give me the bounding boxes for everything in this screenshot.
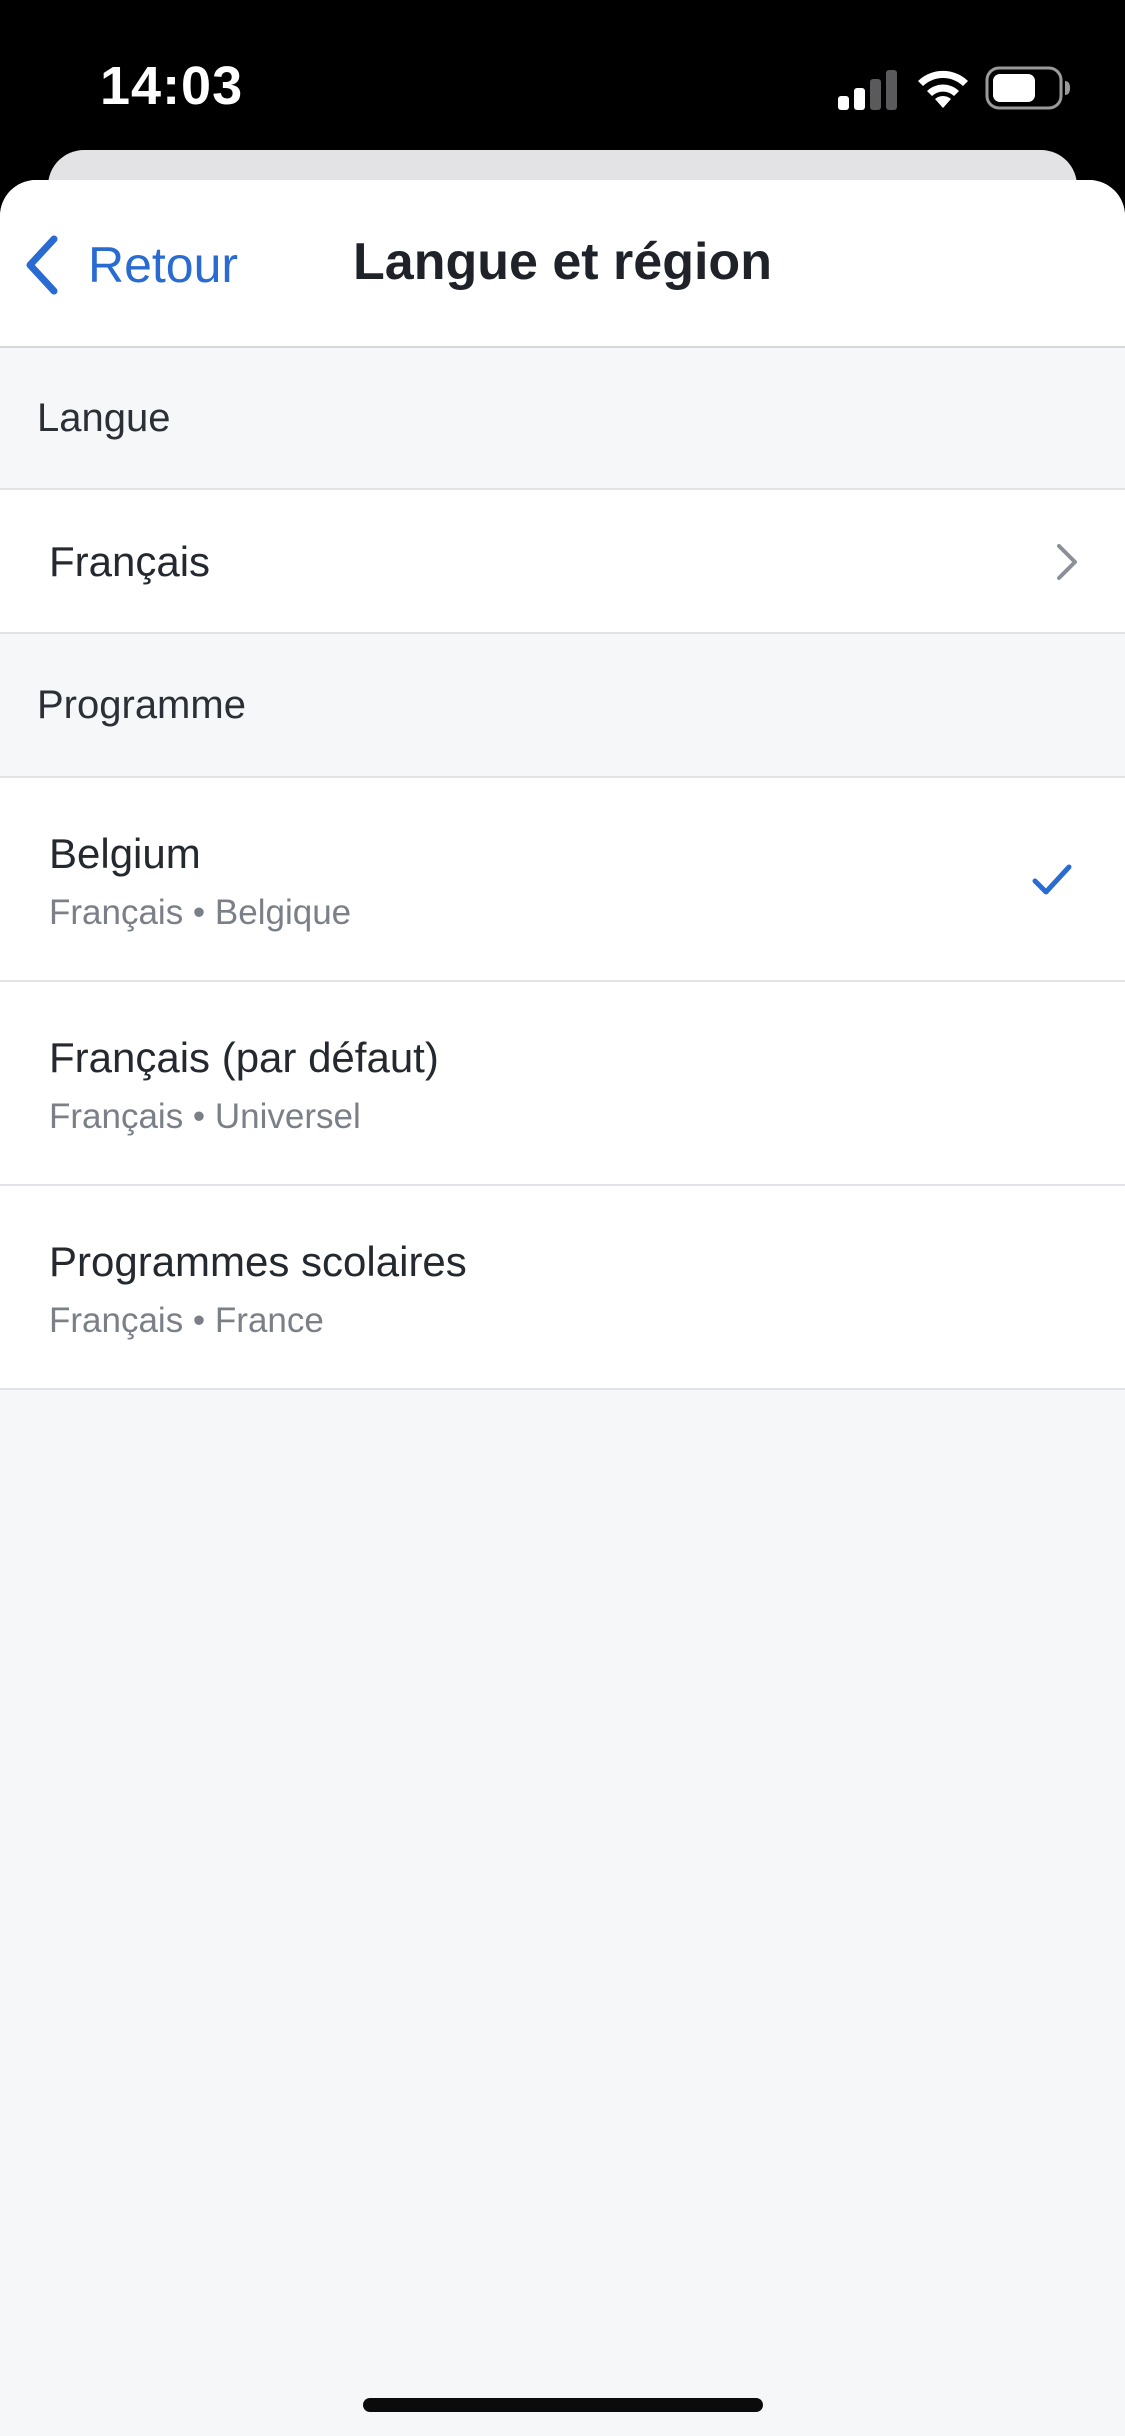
phone-screen: 14:03 Retour Langue et région Langue Fra… [0, 0, 1125, 2436]
section-header-language: Langue [0, 348, 1125, 490]
program-row-default[interactable]: Français (par défaut) Français • Univers… [0, 982, 1125, 1186]
program-row-school[interactable]: Programmes scolaires Français • France [0, 1186, 1125, 1390]
program-subtitle: Français • Belgique [49, 893, 352, 932]
signal-icon [838, 70, 897, 110]
settings-sheet: Retour Langue et région Langue Français … [0, 180, 1125, 2436]
program-row-belgium[interactable]: Belgium Français • Belgique [0, 778, 1125, 982]
page-title: Langue et région [353, 233, 772, 291]
section-header-program: Programme [0, 634, 1125, 778]
navigation-bar: Retour Langue et région [0, 180, 1125, 348]
program-title: Programmes scolaires [49, 1238, 467, 1285]
program-subtitle: Français • France [49, 1301, 324, 1340]
home-indicator [363, 2398, 763, 2412]
language-value: Français [49, 538, 211, 585]
program-title: Belgium [49, 830, 201, 877]
chevron-right-icon [1057, 544, 1077, 580]
battery-icon [985, 66, 1070, 110]
checkmark-icon [1032, 864, 1072, 895]
program-title: Français (par défaut) [49, 1034, 439, 1081]
wifi-icon [918, 70, 968, 108]
program-subtitle: Français • Universel [49, 1097, 361, 1136]
language-row[interactable]: Français [0, 490, 1125, 634]
status-time: 14:03 [100, 56, 244, 116]
status-bar: 14:03 [0, 0, 1125, 150]
